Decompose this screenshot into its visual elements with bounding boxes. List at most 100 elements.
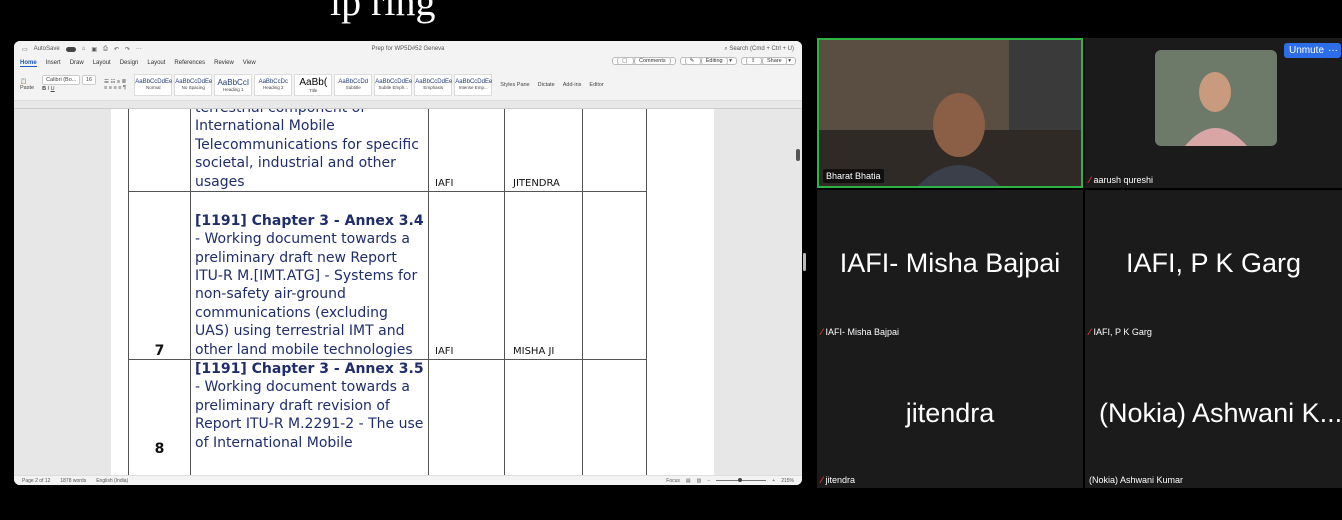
- split-resize-handle[interactable]: [803, 253, 806, 271]
- search-icon: ⌕: [724, 45, 728, 52]
- row-description: [1191] Chapter 3 - Annex 3.4 - Working d…: [190, 191, 429, 360]
- font-size-select[interactable]: 16: [81, 75, 96, 85]
- mic-muted-icon: ⁄: [1089, 175, 1091, 185]
- zoom-out-icon[interactable]: −: [707, 478, 710, 484]
- zoom-level[interactable]: 215%: [781, 478, 794, 484]
- status-right: Focus ▤ ▥ − + 215%: [666, 478, 794, 484]
- language-indicator[interactable]: English (India): [96, 478, 128, 484]
- share-label: Share: [762, 57, 787, 65]
- participant-name-tag: ⁄ IAFI, P K Garg: [1089, 327, 1152, 337]
- editing-label: Editing: [700, 57, 728, 65]
- tab-view[interactable]: View: [243, 60, 256, 66]
- tab-home[interactable]: Home: [20, 60, 37, 67]
- comments-label: Comments: [634, 57, 671, 65]
- paste-label: Paste: [20, 84, 35, 91]
- style-no-spacing[interactable]: AaBbCcDdEe No Spacing: [174, 73, 212, 96]
- ribbon-home: 📋 Paste Calibri (Bo... 16 B I U ☰ ☷ ≡ ≣ ≡ …: [14, 69, 802, 101]
- tab-layout-2[interactable]: Layout: [147, 60, 165, 66]
- focus-button[interactable]: Focus: [666, 478, 680, 484]
- word-window: ▭ AutoSave ⌂ ▣ ⎙ ↶ ↷ ··· Prep for WP5D#5…: [14, 41, 802, 485]
- row-blank: [582, 191, 647, 360]
- vertical-scrollbar[interactable]: [796, 149, 800, 161]
- share-icon: ⇪: [745, 57, 763, 65]
- row-description: terrestrial component of International M…: [190, 109, 429, 192]
- add-ins-button[interactable]: Add-ins: [563, 82, 582, 88]
- search-placeholder: Search (Cmd + Ctrl + U): [729, 45, 794, 52]
- zoom-slider[interactable]: [716, 478, 767, 482]
- bold-button[interactable]: B: [42, 86, 46, 92]
- word-titlebar: ▭ AutoSave ⌂ ▣ ⎙ ↶ ↷ ··· Prep for WP5D#5…: [14, 41, 802, 57]
- background-heading: lp ring: [330, 0, 436, 24]
- document-area[interactable]: terrestrial component of International M…: [14, 109, 802, 475]
- table-row: 8 [1191] Chapter 3 - Annex 3.5 - Working…: [128, 359, 647, 475]
- row-description: [1191] Chapter 3 - Annex 3.5 - Working d…: [190, 359, 429, 475]
- participant-display-name: IAFI- Misha Bajpai: [839, 248, 1061, 278]
- paste-button[interactable]: 📋 Paste: [20, 79, 34, 91]
- style-intense-emphasis[interactable]: AaBbCcDdEe Intense Emp...: [454, 73, 492, 96]
- tab-insert[interactable]: Insert: [46, 60, 61, 66]
- page-indicator[interactable]: Page 2 of 12: [22, 478, 50, 484]
- mic-muted-icon: ⁄: [821, 475, 823, 485]
- style-title[interactable]: AaBb(Title: [294, 73, 333, 96]
- editing-button[interactable]: ✎ Editing ▾: [679, 57, 737, 65]
- ribbon-tabs: Home Insert Draw Layout Design Layout Re…: [14, 57, 802, 69]
- table-row: 7 [1191] Chapter 3 - Annex 3.4 - Working…: [128, 191, 647, 360]
- styles-pane-button[interactable]: Styles Pane: [500, 82, 529, 88]
- italic-button[interactable]: I: [48, 86, 50, 92]
- tab-draw[interactable]: Draw: [70, 60, 84, 66]
- video-feed: [1155, 50, 1277, 146]
- paragraph-group: ☰ ☷ ≡ ≣ ≡ ≡ ≡ ≡ ¶: [104, 78, 127, 91]
- participant-display-name: jitendra: [905, 398, 995, 428]
- pencil-icon: ✎: [684, 57, 701, 65]
- participant-tile-misha-bajpai[interactable]: IAFI- Misha Bajpai ⁄ IAFI- Misha Bajpai: [817, 190, 1083, 340]
- participant-display-name: (Nokia) Ashwani K...: [1099, 398, 1342, 428]
- search-box[interactable]: ⌕ Search (Cmd + Ctrl + U): [724, 46, 794, 53]
- document-page[interactable]: terrestrial component of International M…: [111, 109, 714, 475]
- participant-display-name: IAFI, P K Garg: [1125, 248, 1302, 278]
- row-number: [128, 109, 191, 192]
- format-buttons: B I U: [42, 86, 96, 92]
- participant-tile-ashwani-kumar[interactable]: (Nokia) Ashwani K... (Nokia) Ashwani Kum…: [1085, 340, 1342, 488]
- share-button[interactable]: ⇪ Share ▾: [740, 57, 796, 65]
- comment-icon: ▢: [617, 57, 635, 65]
- more-options-button[interactable]: ···: [1325, 43, 1341, 58]
- ruler[interactable]: [14, 101, 802, 109]
- style-heading-1[interactable]: AaBbCcI Heading 1: [214, 73, 253, 96]
- tab-references[interactable]: References: [174, 60, 205, 66]
- row-blank: [582, 359, 647, 475]
- status-bar: Page 2 of 12 1878 words English (India) …: [14, 475, 802, 485]
- comments-button[interactable]: ▢ Comments: [612, 57, 676, 65]
- style-subtle-emphasis[interactable]: AaBbCcDdEe Subtle Emph...: [374, 73, 412, 96]
- style-emphasis[interactable]: AaBbCcDdEe Emphasis: [414, 73, 452, 96]
- tab-review[interactable]: Review: [214, 60, 234, 66]
- style-normal[interactable]: AaBbCcDdEe Normal: [134, 73, 172, 96]
- participant-tile-aarush-qureshi[interactable]: ⁄ aarush qureshi: [1085, 38, 1342, 188]
- row-number: 8: [128, 359, 191, 475]
- participant-tile-pk-garg[interactable]: IAFI, P K Garg ⁄ IAFI, P K Garg: [1085, 190, 1342, 340]
- participant-name-tag: (Nokia) Ashwani Kumar: [1089, 475, 1184, 485]
- participant-name-tag: ⁄ IAFI- Misha Bajpai: [821, 327, 900, 337]
- row-org: IAFI: [428, 109, 505, 192]
- word-count[interactable]: 1878 words: [60, 478, 86, 484]
- assignment-table: terrestrial component of International M…: [128, 109, 647, 475]
- tab-layout[interactable]: Layout: [93, 60, 111, 66]
- zoom-in-icon[interactable]: +: [772, 478, 775, 484]
- print-layout-icon[interactable]: ▤: [686, 478, 691, 484]
- editor-button[interactable]: Editor: [589, 82, 603, 88]
- style-subtitle[interactable]: AaBbCcDd Subtitle: [334, 73, 373, 96]
- web-layout-icon[interactable]: ▥: [697, 478, 702, 484]
- dictate-button[interactable]: Dictate: [538, 82, 555, 88]
- underline-button[interactable]: U: [51, 86, 55, 92]
- tab-design[interactable]: Design: [120, 60, 139, 66]
- style-heading-2[interactable]: AaBbCcDc Heading 2: [254, 73, 293, 96]
- participant-tile-bharat-bhatia[interactable]: Bharat Bhatia: [817, 38, 1083, 188]
- document-title: Prep for WP5D#52 Geneva: [371, 46, 445, 52]
- table-row: terrestrial component of International M…: [128, 109, 647, 192]
- row-org: IAFI: [428, 191, 505, 360]
- participant-tile-jitendra[interactable]: jitendra ⁄ jitendra: [817, 340, 1083, 488]
- styles-gallery: AaBbCcDdEe Normal AaBbCcDdEe No Spacing Aa…: [134, 73, 492, 96]
- unmute-button[interactable]: Unmute: [1284, 43, 1330, 58]
- row-assignee: [504, 359, 583, 475]
- font-name-select[interactable]: Calibri (Bo...: [42, 75, 81, 85]
- mic-muted-icon: ⁄: [1089, 327, 1091, 337]
